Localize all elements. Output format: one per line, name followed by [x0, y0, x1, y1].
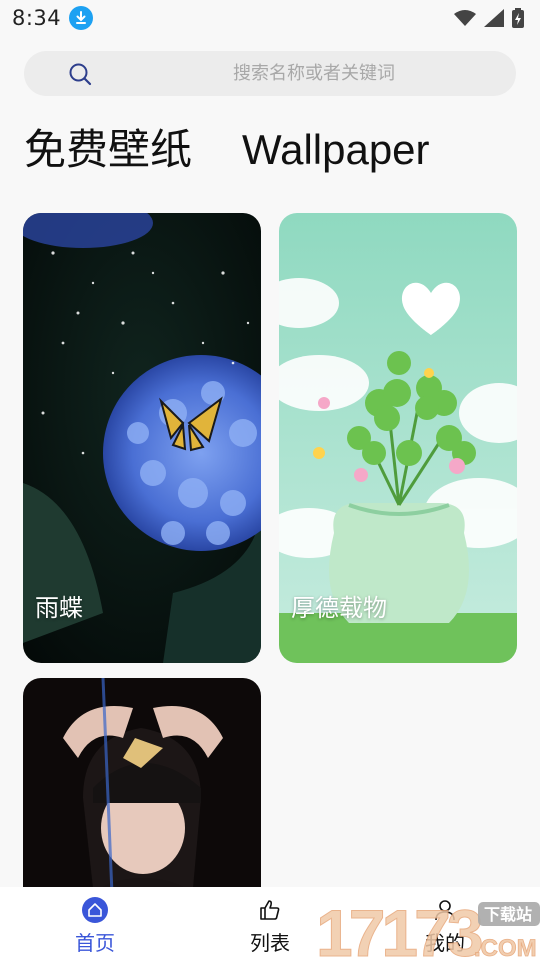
bottom-tab-bar: 首页 列表 我的 [0, 887, 540, 960]
wallpaper-card[interactable] [23, 678, 261, 918]
search-bar[interactable] [24, 51, 516, 96]
page-title: 免费壁纸 [24, 125, 193, 174]
tab-home[interactable]: 首页 [35, 887, 155, 960]
wifi-icon [454, 10, 476, 26]
user-icon [435, 900, 455, 921]
thumbs-up-icon [260, 900, 280, 920]
wallpaper-card[interactable]: 雨蝶 [23, 213, 261, 663]
status-left: 8:34 [12, 6, 94, 30]
page-header: 免费壁纸 Wallpaper [24, 124, 524, 184]
page-subtitle: Wallpaper [242, 126, 430, 173]
wallpaper-image [23, 678, 261, 918]
search-icon[interactable] [68, 62, 92, 86]
wallpaper-card[interactable]: 厚德载物 [279, 213, 517, 663]
tab-home-label: 首页 [75, 931, 115, 955]
wallpaper-title: 雨蝶 [35, 594, 83, 622]
tab-mine-label: 我的 [425, 931, 465, 955]
home-icon [82, 897, 108, 923]
status-bar: 8:34 [0, 0, 540, 36]
status-time: 8:34 [12, 6, 62, 30]
search-input[interactable] [164, 51, 464, 96]
battery-charging-icon [512, 8, 524, 28]
tab-list[interactable]: 列表 [210, 887, 330, 960]
tab-mine[interactable]: 我的 [385, 887, 505, 960]
signal-icon [484, 9, 504, 27]
download-badge-icon [69, 6, 94, 30]
status-right [454, 8, 524, 28]
tab-list-label: 列表 [250, 931, 290, 955]
wallpaper-title: 厚德载物 [291, 594, 387, 622]
